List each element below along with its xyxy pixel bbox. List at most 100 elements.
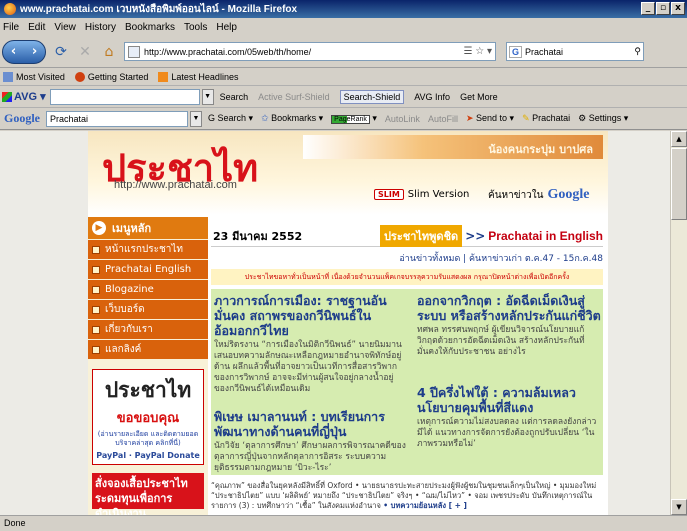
search-magnifier-icon[interactable]: ⚲ — [634, 46, 641, 57]
article-excerpt: ทศพล ทรรศนพฤกษ์ ผู้เขียนวิจารณ์นโยบายแก้… — [417, 325, 585, 357]
avg-logo[interactable]: AVG ▾ — [2, 90, 46, 103]
sidebar-item-label: Blogazine — [105, 284, 154, 295]
avg-dropdown-icon[interactable]: ▼ — [201, 88, 214, 105]
bookmark-getting-started[interactable]: Getting Started — [74, 71, 148, 82]
highlight-thai[interactable]: ประชาไทพูดชิด — [379, 224, 463, 247]
bullet-icon — [92, 305, 100, 314]
shirt-order-banner[interactable]: สั่งจองเสื้อประชาไท ระดมทุนเพื่อการดำเนิ… — [92, 473, 204, 515]
stop-icon[interactable]: ✕ — [76, 43, 94, 61]
sidebar-item-label: หน้าแรกประชาไท — [105, 244, 184, 255]
donate-thanks: ขอขอบคุณ — [116, 411, 180, 426]
url-bar[interactable]: http://www.prachatai.com/05web/th/home/ … — [124, 42, 496, 61]
menu-edit[interactable]: Edit — [28, 22, 45, 33]
avg-search-shield[interactable]: Search-Shield — [339, 89, 405, 104]
google-bookmarks-button[interactable]: ✩ Bookmarks ▾ — [261, 113, 323, 124]
autolink-button[interactable]: AutoLink — [385, 114, 420, 124]
avg-info-button[interactable]: AVG Info — [414, 92, 450, 102]
article-card[interactable]: ออกจากวิกฤต : อัดฉีดเม็ดเงินสู่ระบบ หรือ… — [417, 293, 601, 358]
article-title[interactable]: ภาวการณ์การเมือง: ราชฐานอันมั่นคง สถาพรข… — [214, 293, 408, 338]
settings-button[interactable]: ⚙ Settings ▾ — [578, 113, 628, 124]
archive-links[interactable]: อ่านข่าวทั้งหมด | ค้นหาข่าวเก่า ต.ค.47 -… — [211, 247, 603, 265]
avg-search-input[interactable] — [49, 88, 200, 105]
scroll-thumb[interactable] — [671, 148, 687, 220]
avg-active-surf-shield[interactable]: Active Surf-Shield — [258, 92, 330, 102]
article-card[interactable]: พิเษษ เมาลานนท์ : บทเรียนการพัฒนาทางด้าน… — [214, 409, 408, 474]
site-identity-icon[interactable] — [128, 45, 140, 58]
prachatai-bookmark-button[interactable]: ✎ Prachatai — [522, 113, 570, 124]
article-title[interactable]: พิเษษ เมาลานนท์ : บทเรียนการพัฒนาทางด้าน… — [214, 409, 408, 439]
sidebar-item-english[interactable]: Prachatai English — [88, 260, 208, 279]
main-column: 23 มีนาคม 2552 ประชาไทพูดชิด >> Prachata… — [211, 224, 603, 515]
send-to-button[interactable]: ➤ Send to ▾ — [466, 113, 514, 124]
sidebar-item-label: เว็บบอร์ด — [105, 304, 145, 315]
menu-view[interactable]: View — [54, 22, 76, 33]
forward-button-icon[interactable]: › — [32, 44, 37, 59]
news-more-link[interactable]: • บทความย้อนหลัง [ + ] — [383, 501, 467, 510]
menu-bookmarks[interactable]: Bookmarks — [125, 22, 175, 33]
avg-search-button[interactable]: Search — [220, 92, 249, 102]
google-search-input[interactable]: Prachatai — [46, 110, 188, 127]
bullet-icon — [92, 285, 100, 294]
google-site-search[interactable]: ค้นหาข่าวใน Google — [488, 187, 590, 203]
close-button[interactable]: x — [671, 2, 685, 15]
home-icon[interactable]: ⌂ — [100, 43, 118, 61]
highlight-arrow: >> — [465, 228, 486, 243]
site-logo-url[interactable]: http://www.prachatai.com — [114, 179, 237, 191]
google-logo[interactable]: Google — [4, 111, 40, 126]
vertical-scrollbar[interactable]: ▲ ▼ — [670, 131, 687, 515]
banner-ad[interactable]: น้องคนกระบุ่ม บาปศล — [303, 135, 603, 159]
search-engine-icon[interactable]: G — [509, 45, 523, 58]
sidebar-item-links[interactable]: แลกลิงค์ — [88, 340, 208, 359]
paypal-logos: PayPal · PayPal Donate — [96, 451, 200, 460]
sidebar-item-about[interactable]: เกี่ยวกับเรา — [88, 320, 208, 339]
rss-star-icons[interactable]: ☰ ☆ ▾ — [463, 46, 492, 57]
avg-toolbar: AVG ▾ ▼ Search Active Surf-Shield Search… — [0, 86, 687, 108]
reload-icon[interactable]: ⟳ — [52, 43, 70, 61]
english-highlight[interactable]: ประชาไทพูดชิด >> Prachatai in English — [379, 224, 603, 247]
firefox-icon — [4, 3, 16, 15]
menu-bar: File Edit View History Bookmarks Tools H… — [0, 18, 687, 36]
menu-history[interactable]: History — [85, 22, 116, 33]
article-card[interactable]: 4 ปีครึ่งไฟใต้ : ความล้มเหลวนโยบายคุมพื้… — [417, 385, 601, 450]
send-to-icon: ➤ — [465, 113, 476, 123]
donate-banner[interactable]: ประชาไท ขอขอบคุณ (อ่านรายละเอียด และติดต… — [92, 369, 204, 465]
scroll-up-icon[interactable]: ▲ — [671, 131, 687, 147]
pagerank-indicator[interactable]: PageRank ▾ — [331, 113, 377, 124]
back-button-icon[interactable]: ‹ — [11, 44, 16, 59]
article-title[interactable]: 4 ปีครึ่งไฟใต้ : ความล้มเหลวนโยบายคุมพื้… — [417, 385, 601, 415]
sidebar-item-home[interactable]: หน้าแรกประชาไท — [88, 240, 208, 259]
google-search-icon: G — [208, 113, 218, 123]
slim-badge: SLIM — [374, 189, 404, 200]
highlighter-icon: ✎ — [522, 113, 533, 123]
menu-file[interactable]: File — [3, 22, 19, 33]
prachatai-english-link[interactable]: Prachatai in English — [488, 229, 603, 243]
google-search-label: Search — [217, 113, 247, 123]
search-input[interactable]: Prachatai — [525, 47, 563, 57]
most-visited-icon — [3, 71, 13, 82]
menu-help[interactable]: Help — [216, 22, 237, 33]
restore-button[interactable]: ▫ — [656, 2, 670, 15]
news-ticker: “คุณภาพ” ของสื่อในยุคหลังมีสิทธิ์ที่ Oxf… — [211, 481, 603, 511]
minimize-button[interactable]: _ — [641, 2, 655, 15]
slim-version-link[interactable]: SLIM Slim Version — [374, 189, 469, 200]
sidebar-item-webboard[interactable]: เว็บบอร์ด — [88, 300, 208, 319]
url-text[interactable]: http://www.prachatai.com/05web/th/home/ — [144, 47, 311, 57]
site-header: ประชาไท http://www.prachatai.com น้องคนก… — [88, 131, 608, 215]
bookmark-latest-headlines[interactable]: Latest Headlines — [158, 71, 238, 82]
menu-tools[interactable]: Tools — [184, 22, 207, 33]
google-search-button[interactable]: G Search ▾ — [208, 113, 253, 124]
google-dropdown-icon[interactable]: ▼ — [190, 110, 202, 127]
autofill-button[interactable]: AutoFill — [428, 114, 458, 124]
sidebar-item-label: แลกลิงค์ — [105, 344, 142, 355]
bullet-icon — [92, 325, 100, 334]
main-menu-header: ▶ เมนูหลัก — [88, 217, 208, 239]
search-box[interactable]: G Prachatai ⚲ — [506, 42, 644, 61]
scroll-down-icon[interactable]: ▼ — [671, 499, 687, 515]
bullet-icon — [92, 265, 100, 274]
rss-icon — [158, 71, 169, 82]
article-title[interactable]: ออกจากวิกฤต : อัดฉีดเม็ดเงินสู่ระบบ หรือ… — [417, 293, 601, 323]
bookmark-most-visited[interactable]: Most Visited — [3, 71, 65, 82]
avg-get-more[interactable]: Get More — [460, 92, 498, 102]
sidebar-item-blogazine[interactable]: Blogazine — [88, 280, 208, 299]
article-card[interactable]: ภาวการณ์การเมือง: ราชฐานอันมั่นคง สถาพรข… — [214, 293, 408, 395]
